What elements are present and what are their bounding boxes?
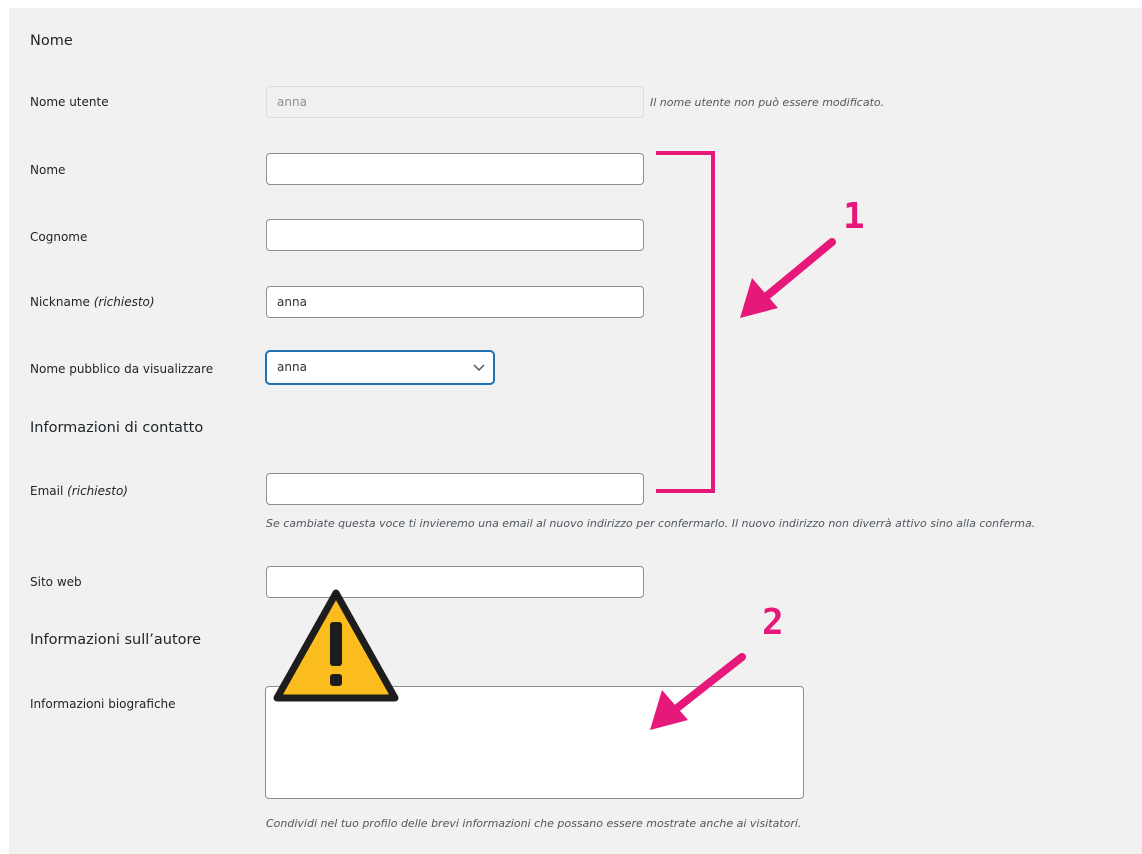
warning-icon <box>273 589 399 702</box>
annotation-bracket <box>656 151 715 493</box>
annotation-number-2: 2 <box>762 602 784 643</box>
annotation-overlay <box>273 151 836 730</box>
arrow-1-icon <box>740 238 836 318</box>
annotation-number-1: 1 <box>843 196 865 237</box>
arrow-2-icon <box>650 653 746 730</box>
